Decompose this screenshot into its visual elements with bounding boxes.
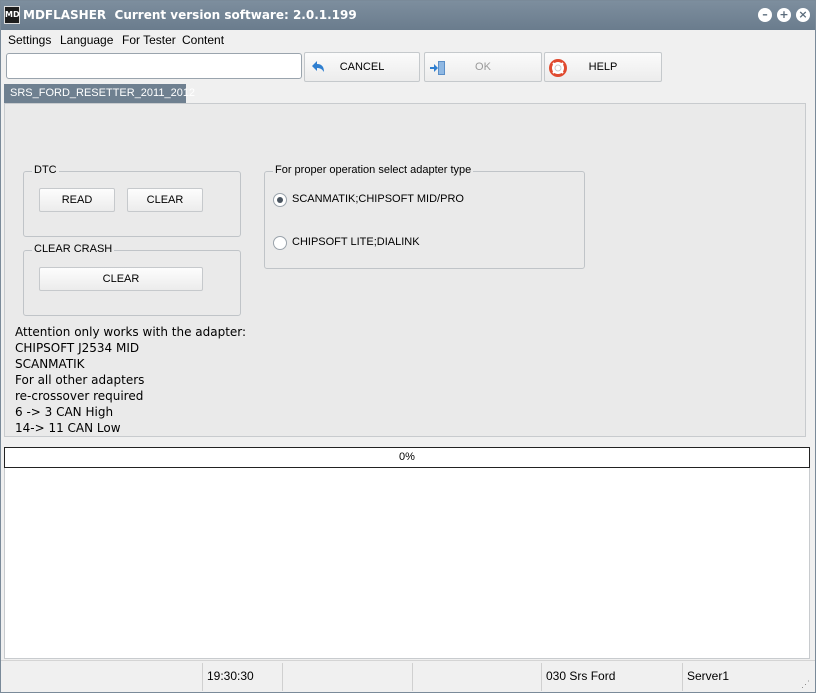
menu-bar: Settings Language For Tester Content [1, 30, 815, 50]
app-window: MD MDFLASHER Current version software: 2… [0, 0, 816, 693]
help-button[interactable]: HELP [544, 52, 662, 82]
adapter-type-group: For proper operation select adapter type… [264, 164, 585, 269]
maximize-icon[interactable]: + [777, 8, 791, 22]
radio-scanmatik[interactable] [273, 193, 287, 207]
progress-bar: 0% [4, 447, 810, 468]
command-input[interactable] [6, 53, 302, 79]
menu-settings[interactable]: Settings [8, 33, 51, 47]
minimize-icon[interactable]: – [758, 8, 772, 22]
status-module: 030 Srs Ford [542, 663, 683, 691]
attention-note: Attention only works with the adapter: C… [15, 324, 246, 436]
status-cell-empty [413, 663, 542, 691]
cancel-button[interactable]: CANCEL [304, 52, 420, 82]
title-bar[interactable]: MD MDFLASHER Current version software: 2… [1, 1, 815, 30]
clear-crash-legend: CLEAR CRASH [32, 243, 115, 255]
ok-label: OK [475, 61, 491, 73]
resize-grip-icon[interactable]: ⋰ [801, 679, 811, 689]
status-cell-empty [283, 663, 413, 691]
radio-chipsoft-lite-label: CHIPSOFT LITE;DIALINK [292, 236, 420, 248]
close-icon[interactable]: × [796, 8, 810, 22]
attention-line: 14-> 11 CAN Low [15, 421, 121, 435]
menu-language[interactable]: Language [60, 33, 113, 47]
window-title: MDFLASHER Current version software: 2.0.… [23, 8, 357, 22]
dtc-clear-button[interactable]: CLEAR [127, 188, 203, 212]
tab-panel: DTC READ CLEAR CLEAR CRASH CLEAR For pro… [4, 103, 806, 437]
radio-chipsoft-lite[interactable] [273, 236, 287, 250]
status-cell-empty [1, 663, 203, 691]
attention-line: For all other adapters [15, 373, 145, 387]
attention-line: SCANMATIK [15, 357, 85, 371]
crash-clear-button[interactable]: CLEAR [39, 267, 203, 291]
attention-line: CHIPSOFT J2534 MID [15, 341, 140, 355]
dtc-group: DTC READ CLEAR [23, 164, 241, 237]
attention-line: Attention only works with the adapter: [15, 325, 247, 339]
adapter-legend: For proper operation select adapter type [273, 164, 474, 176]
progress-label: 0% [399, 451, 415, 463]
help-label: HELP [588, 61, 618, 73]
status-bar: 19:30:30 030 Srs Ford Server1 ⋰ [1, 660, 815, 692]
menu-content[interactable]: Content [182, 33, 224, 47]
log-area[interactable] [4, 468, 810, 659]
attention-line: re-crossover required [15, 389, 144, 403]
ok-button[interactable]: OK [424, 52, 542, 82]
app-logo: MD [4, 6, 20, 24]
status-time: 19:30:30 [203, 663, 283, 691]
cancel-label: CANCEL [339, 61, 385, 73]
menu-for-tester[interactable]: For Tester [122, 33, 176, 47]
radio-scanmatik-label: SCANMATIK;CHIPSOFT MID/PRO [292, 193, 464, 205]
clear-crash-group: CLEAR CRASH CLEAR [23, 243, 241, 316]
toolbar: CANCEL OK HELP [1, 50, 815, 84]
tab-srs-ford-resetter[interactable]: SRS_FORD_RESETTER_2011_2012 [4, 84, 195, 103]
dtc-legend: DTC [32, 164, 59, 176]
attention-line: 6 -> 3 CAN High [15, 405, 114, 419]
status-server: Server1 [687, 669, 730, 683]
dtc-read-button[interactable]: READ [39, 188, 115, 212]
